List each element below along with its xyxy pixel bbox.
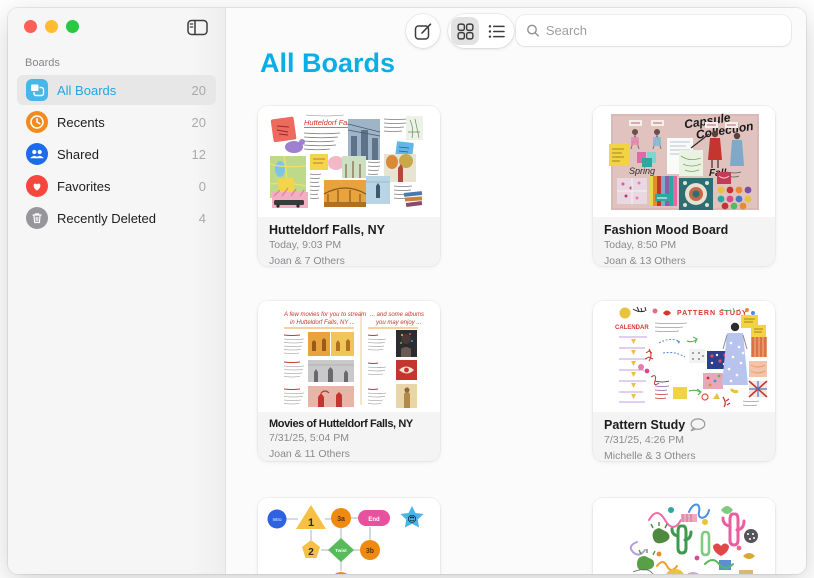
titlebar[interactable]	[8, 8, 225, 48]
sidebar-item-label: All Boards	[57, 83, 116, 98]
board-people: Joan & 13 Others	[604, 255, 764, 266]
board-thumbnail-pattern[interactable]: PATTERN STUDY CALENDAR	[593, 301, 775, 412]
list-view-icon	[488, 24, 505, 39]
sidebar-item-all-boards[interactable]: All Boards 20	[17, 75, 216, 105]
view-mode-segmented-control	[448, 14, 514, 48]
clock-icon	[26, 111, 48, 133]
board-date: 7/31/25, 5:04 PM	[269, 432, 429, 446]
board-card-fashion-mood-board[interactable]: Capsule Collection Spring	[593, 106, 775, 266]
compose-icon	[414, 22, 433, 41]
board-title: Hutteldorf Falls, NY	[269, 223, 429, 237]
minimize-button[interactable]	[45, 20, 58, 33]
board-date: 7/31/25, 4:26 PM	[604, 434, 764, 448]
board-thumbnail-flowchart[interactable]: Intro 1 3a End 😍 2 Twist 3b	[258, 498, 440, 574]
boards-icon	[26, 79, 48, 101]
board-thumbnail-movies[interactable]: A few movies for you to stream in Huttel…	[258, 301, 440, 412]
board-card-hutteldorf-falls[interactable]: Hutteldorf Falls, NY	[258, 106, 440, 266]
sidebar-item-label: Shared	[57, 147, 99, 162]
flow-node-intro: Intro	[272, 517, 282, 522]
sidebar-toggle-icon	[187, 19, 209, 36]
board-caption: Movies of Hutteldorf Falls, NY 7/31/25, …	[258, 412, 440, 461]
grid-view-icon	[457, 23, 474, 40]
sidebar: Boards All Boards 20 Recents 20	[8, 8, 226, 574]
search-icon	[526, 23, 540, 38]
board-caption: Fashion Mood Board Today, 8:50 PM Joan &…	[593, 217, 775, 266]
board-thumbnail-fashion[interactable]: Capsule Collection Spring	[593, 106, 775, 217]
board-card-doodles[interactable]	[593, 498, 775, 574]
main-content: All Boards Hutteldorf Falls, NY	[226, 8, 806, 574]
flow-node-3b: 3b	[366, 548, 374, 555]
board-title: Fashion Mood Board	[604, 223, 764, 237]
thumb-spring-label: Spring	[629, 166, 655, 176]
sidebar-section-header: Boards	[8, 48, 225, 75]
thumb-pattern-heading: PATTERN STUDY	[677, 310, 748, 317]
board-people: Joan & 11 Others	[269, 448, 429, 461]
board-people: Joan & 7 Others	[269, 255, 429, 266]
board-card-movies[interactable]: A few movies for you to stream in Huttel…	[258, 301, 440, 461]
board-thumbnail-hutteldorf[interactable]: Hutteldorf Falls, NY	[258, 106, 440, 217]
sidebar-item-shared[interactable]: Shared 12	[17, 139, 216, 169]
trash-icon	[26, 207, 48, 229]
flow-star-emoji: 😍	[407, 514, 416, 524]
sidebar-item-count: 12	[192, 147, 206, 162]
sidebar-item-recents[interactable]: Recents 20	[17, 107, 216, 137]
sidebar-item-label: Recents	[57, 115, 105, 130]
thumb-movies-left2: in Hutteldorf Falls, NY ...	[290, 320, 355, 326]
search-field[interactable]	[516, 15, 791, 46]
sidebar-item-count: 20	[192, 115, 206, 130]
board-date: Today, 9:03 PM	[269, 239, 429, 253]
close-button[interactable]	[24, 20, 37, 33]
search-input[interactable]	[546, 23, 781, 38]
thumb-movies-right2: you may enjoy ...	[375, 320, 421, 326]
comment-bubble-icon	[689, 418, 706, 432]
new-board-button[interactable]	[406, 14, 440, 48]
flow-node-1: 1	[308, 517, 314, 529]
people-icon	[26, 143, 48, 165]
thumb-calendar-label: CALENDAR	[615, 325, 649, 331]
sidebar-item-count: 0	[199, 179, 206, 194]
board-thumbnail-doodles[interactable]	[593, 498, 775, 574]
zoom-button[interactable]	[66, 20, 79, 33]
thumb-movies-left1: A few movies for you to stream	[283, 312, 366, 318]
board-date: Today, 8:50 PM	[604, 239, 764, 253]
sidebar-item-count: 20	[192, 83, 206, 98]
grid-view-button[interactable]	[451, 17, 479, 45]
page-title: All Boards	[260, 48, 395, 79]
sidebar-item-label: Recently Deleted	[57, 211, 156, 226]
freeform-window: Boards All Boards 20 Recents 20	[8, 8, 806, 574]
board-card-pattern-study[interactable]: PATTERN STUDY CALENDAR	[593, 301, 775, 461]
heart-icon	[26, 175, 48, 197]
board-card-flowchart[interactable]: Intro 1 3a End 😍 2 Twist 3b	[258, 498, 440, 574]
sidebar-item-count: 4	[199, 211, 206, 226]
board-caption: Pattern Study 7/31/25, 4:26 PM Michelle …	[593, 412, 775, 461]
traffic-lights	[24, 20, 79, 33]
flow-node-end: End	[368, 517, 380, 523]
board-title: Movies of Hutteldorf Falls, NY	[269, 418, 429, 430]
sidebar-item-favorites[interactable]: Favorites 0	[17, 171, 216, 201]
flow-node-3a: 3a	[337, 516, 345, 523]
thumb-movies-right1: ... and some albums	[370, 312, 424, 318]
board-title-text: Pattern Study	[604, 418, 685, 432]
sidebar-toggle-button[interactable]	[186, 17, 210, 37]
sidebar-item-recently-deleted[interactable]: Recently Deleted 4	[17, 203, 216, 233]
flow-node-2: 2	[308, 547, 314, 558]
board-title: Pattern Study	[604, 418, 764, 432]
board-caption: Hutteldorf Falls, NY Today, 9:03 PM Joan…	[258, 217, 440, 266]
flow-node-twist: Twist	[335, 548, 347, 553]
list-view-button[interactable]	[483, 17, 511, 45]
sidebar-item-label: Favorites	[57, 179, 110, 194]
board-people: Michelle & 3 Others	[604, 450, 764, 461]
